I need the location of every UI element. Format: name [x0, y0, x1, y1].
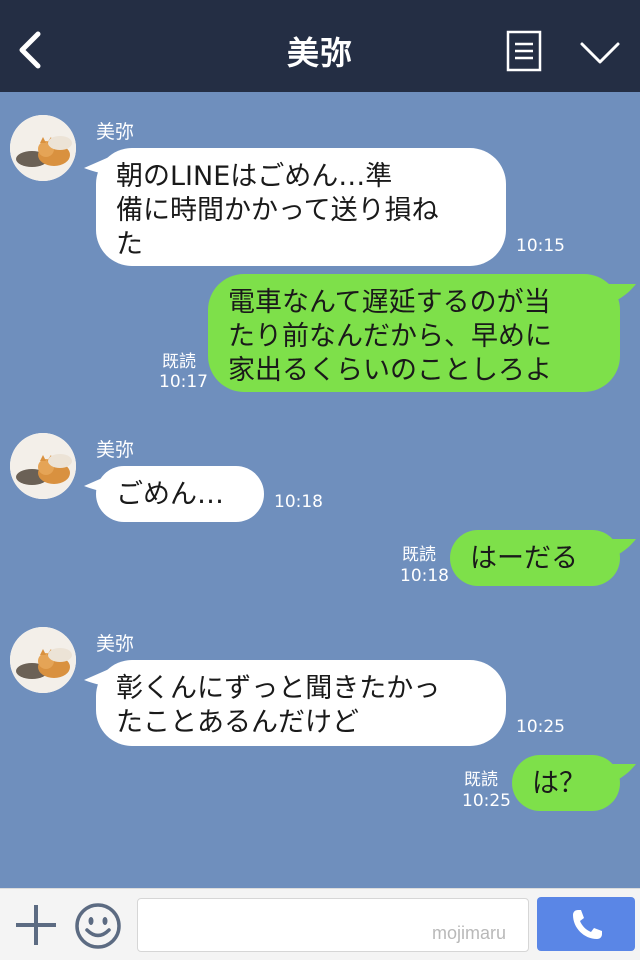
call-button[interactable] — [537, 897, 635, 951]
message-line: は？ — [532, 768, 586, 799]
menu-list-icon — [506, 30, 542, 72]
message-time: 10:18 — [274, 492, 323, 512]
phone-icon — [573, 910, 602, 939]
message-line: ごめん… — [116, 479, 224, 510]
sender-name: 美弥 — [96, 633, 135, 655]
read-receipt: 既読 — [402, 545, 436, 565]
collapse-button[interactable] — [578, 36, 622, 70]
message-bubble-incoming[interactable]: 朝のLINEはごめん…準 備に時間かかって送り損ね た — [96, 148, 506, 266]
message-line: 彰くんにずっと聞きたかっ — [116, 673, 441, 704]
message-line: たり前なんだから、早めに — [228, 321, 552, 352]
message-bubble-incoming[interactable]: ごめん… — [96, 466, 264, 522]
message-line: たことあるんだけど — [116, 707, 359, 738]
sender-name: 美弥 — [96, 439, 135, 461]
avatar[interactable] — [10, 627, 76, 693]
message-time: 10:17 — [159, 372, 208, 392]
emoji-button[interactable] — [73, 901, 123, 951]
plus-icon — [16, 905, 56, 945]
message-time: 10:15 — [516, 236, 565, 256]
message-line: 朝のLINEはごめん…準 — [116, 161, 393, 192]
cat-avatar-icon — [10, 433, 76, 499]
smiley-icon — [75, 903, 121, 949]
read-receipt: 既読 — [162, 352, 196, 372]
add-button[interactable] — [14, 903, 58, 947]
message-line: 家出るくらいのことしろよ — [228, 355, 552, 386]
cat-avatar-icon — [10, 627, 76, 693]
message-bubble-outgoing[interactable]: 電車なんて遅延するのが当 たり前なんだから、早めに 家出るくらいのことしろよ — [208, 274, 620, 392]
message-time: 10:18 — [400, 566, 449, 586]
message-line: はーだる — [470, 543, 578, 574]
message-line: た — [116, 229, 143, 260]
chat-title: 美弥 — [286, 34, 353, 72]
message-bubble-outgoing[interactable]: はーだる — [450, 530, 620, 586]
avatar[interactable] — [10, 115, 76, 181]
message-bubble-incoming[interactable]: 彰くんにずっと聞きたかっ たことあるんだけど — [96, 660, 506, 746]
message-time: 10:25 — [516, 717, 565, 737]
chat-header: 美弥 — [0, 0, 640, 92]
watermark: mojimaru — [432, 923, 507, 943]
message-time: 10:25 — [462, 791, 511, 811]
chevron-down-icon — [580, 42, 620, 64]
sender-name: 美弥 — [96, 121, 135, 143]
cat-avatar-icon — [10, 115, 76, 181]
message-bubble-outgoing[interactable]: は？ — [512, 755, 620, 811]
avatar[interactable] — [10, 433, 76, 499]
read-receipt: 既読 — [464, 770, 498, 790]
message-line: 電車なんて遅延するのが当 — [228, 287, 551, 318]
message-line: 備に時間かかって送り損ね — [116, 195, 439, 226]
menu-button[interactable] — [506, 30, 542, 72]
